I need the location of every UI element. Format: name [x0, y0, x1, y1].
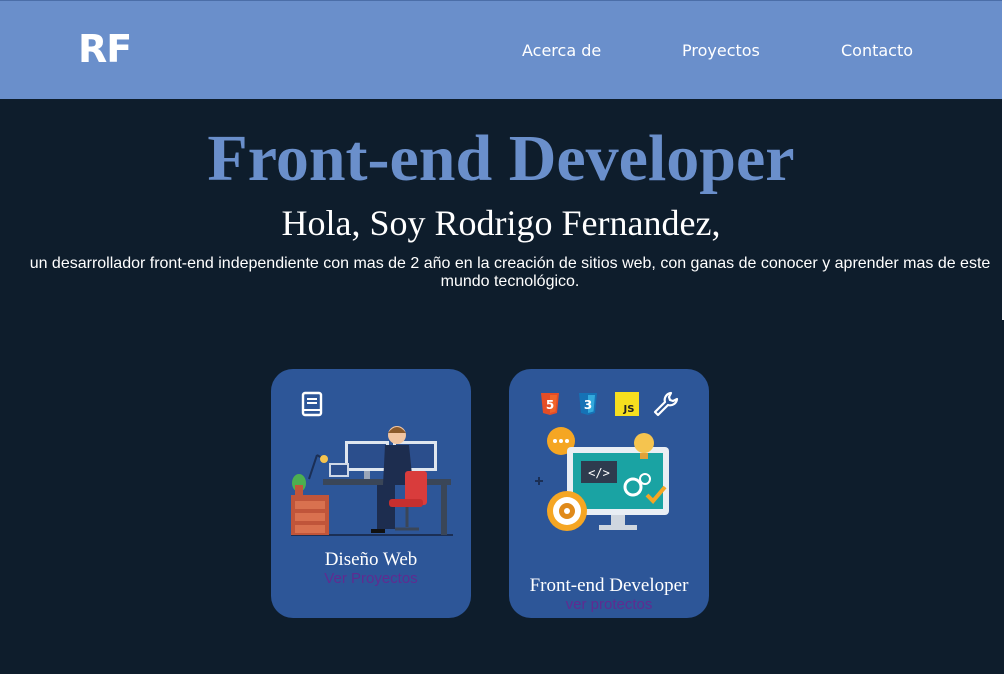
card-title: Front-end Developer: [529, 575, 689, 596]
hero-title: Front-end Developer: [207, 122, 795, 195]
css3-icon: 3: [579, 393, 597, 415]
nav-link-acerca-de[interactable]: Acerca de: [522, 41, 601, 60]
hero-description: un desarrollador front-end independiente…: [29, 255, 991, 290]
card-title: Diseño Web: [324, 549, 418, 570]
card-front-end-developer[interactable]: 5 3 JS </> Front-end Developer ver prote…: [509, 369, 709, 618]
book-icon: [301, 391, 323, 417]
nav-link-proyectos[interactable]: Proyectos: [682, 41, 760, 60]
wrench-icon: [653, 391, 679, 417]
logo[interactable]: RF: [78, 27, 132, 71]
css3-label: 3: [584, 398, 592, 412]
developer-at-desk-illustration: [291, 426, 453, 536]
js-label: JS: [623, 404, 635, 415]
coding-monitor-illustration: </>: [535, 427, 669, 531]
card-diseno-web[interactable]: Diseño Web Ver Proyectos: [271, 369, 471, 618]
html5-icon: 5: [541, 393, 559, 415]
js-icon: JS: [615, 392, 639, 416]
nav-link-contacto[interactable]: Contacto: [841, 41, 913, 60]
navbar: RF Acerca de Proyectos Contacto: [0, 0, 1002, 99]
svg-text:</>: </>: [588, 466, 610, 480]
html5-label: 5: [546, 398, 554, 412]
ver-proyectos-link[interactable]: Ver Proyectos: [271, 570, 471, 587]
ver-protectos-link[interactable]: ver protectos: [509, 596, 709, 613]
hero-subtitle: Hola, Soy Rodrigo Fernandez,: [281, 203, 721, 243]
